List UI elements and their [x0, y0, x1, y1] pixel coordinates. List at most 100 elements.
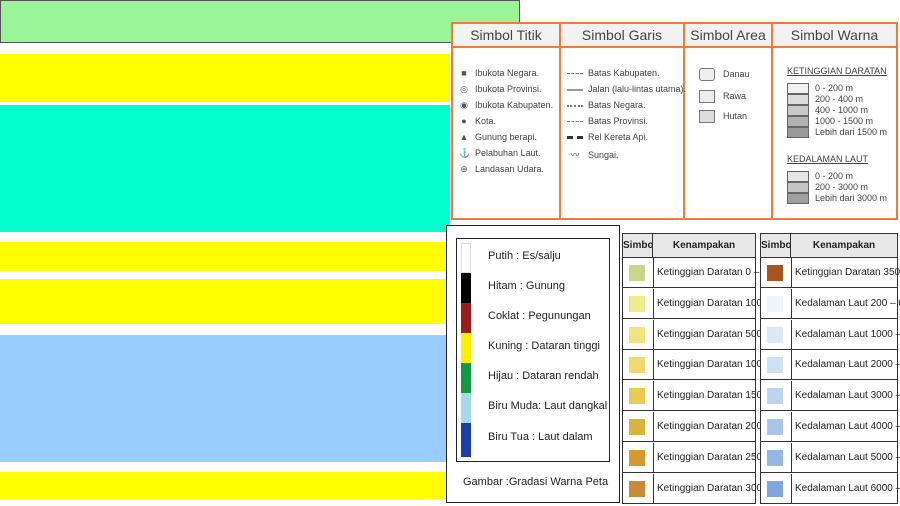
- gradasi-warna-list: Putih : Es/salju Hitam : Gunung Coklat :…: [456, 238, 610, 462]
- grad-swatch: [787, 171, 809, 182]
- legend-item: ▲ Gunung berapi.: [459, 132, 538, 142]
- color-swatch: [629, 265, 645, 281]
- table-row: Ketinggian Daratan 0 – 100 m: [623, 258, 790, 288]
- gradasi-label: Kuning : Dataran tinggi: [488, 340, 600, 352]
- kedalaman-label: 0 - 200 m: [815, 171, 854, 181]
- color-swatch: [767, 449, 783, 466]
- gradasi-label: Hijau : Dataran rendah: [488, 370, 599, 382]
- table-row: Kedalaman Laut 4000 – 3000 m: [761, 412, 900, 442]
- row-label: Kedalaman Laut 5000 – 4000 m: [791, 442, 900, 473]
- yellow-band-4: [0, 472, 450, 499]
- legend-item: ■ Ibukota Negara.: [459, 68, 539, 78]
- table-row: Kedalaman Laut 3000 – 2000 m: [761, 381, 900, 412]
- legend-item: Jalan (lalu-lintas utama).: [567, 84, 686, 94]
- color-swatch: [629, 388, 645, 405]
- legend-item: 〰 Sungai.: [567, 148, 618, 161]
- legend-item: Hutan: [699, 110, 747, 123]
- table-row: Ketinggian Daratan 1000-1500 m: [623, 350, 804, 381]
- legend-item: ⚓ Pelabuhan Laut.: [459, 148, 541, 158]
- col-warna: KETINGGIAN DARATAN 0 - 200 m 200 - 400 m…: [773, 48, 896, 218]
- color-strip-white: [461, 243, 471, 273]
- ketinggian-title: KETINGGIAN DARATAN: [787, 66, 887, 76]
- color-swatch: [629, 419, 645, 435]
- legend-item: ◎ Ibukota Provinsi.: [460, 84, 542, 94]
- ketinggian-label: 1000 - 1500 m: [815, 116, 874, 126]
- railway-line-icon: [567, 136, 583, 140]
- bullseye-icon: ◉: [460, 100, 468, 110]
- yellow-band-1: [0, 54, 450, 102]
- gradasi-label: Biru Muda: Laut dangkal: [488, 400, 608, 412]
- gradasi-label: Putih : Es/salju: [488, 250, 561, 262]
- table-row: Kedalaman Laut 200 – 0 m: [761, 288, 900, 319]
- triangle-icon: ▲: [459, 132, 469, 142]
- river-icon: 〰: [570, 150, 580, 160]
- grad-swatch: [787, 193, 809, 204]
- road-line-icon: [567, 88, 583, 91]
- table-row: Ketinggian Daratan 2000-2500 m: [623, 412, 804, 442]
- map-symbol-legend: Simbol Titik Simbol Garis Simbol Area Si…: [451, 22, 898, 220]
- color-swatch: [629, 295, 645, 312]
- table-row: Ketinggian Daratan 3000-3500 m: [623, 473, 804, 504]
- color-swatch: [767, 326, 783, 343]
- legend-item: Danau: [699, 68, 750, 81]
- title-bar: [0, 0, 520, 43]
- kedalaman-label: 200 - 3000 m: [815, 182, 869, 192]
- color-swatch: [629, 480, 645, 497]
- legend-item: ● Kota.: [459, 116, 496, 126]
- anchor-icon: ⚓: [459, 148, 471, 158]
- row-label: Kedalaman Laut 6000 – 5000 m: [791, 473, 900, 504]
- kedalaman-title: KEDALAMAN LAUT: [787, 154, 869, 164]
- grad-swatch: [787, 116, 809, 127]
- color-swatch: [767, 388, 783, 405]
- cyan-band: [0, 105, 450, 232]
- color-strip-yellow: [461, 333, 471, 363]
- table-row: Kedalaman Laut 2000 – 1000 m: [761, 350, 900, 381]
- grad-swatch: [787, 127, 809, 138]
- yellow-band-2: [0, 242, 450, 271]
- ketinggian-label: 400 - 1000 m: [815, 105, 869, 115]
- row-label: Ketinggian Daratan 3500-4000 m: [791, 258, 900, 288]
- kedalaman-label: Lebih dari 3000 m: [815, 193, 888, 203]
- light-blue-band: [0, 335, 450, 462]
- lake-icon: [699, 68, 715, 81]
- legend-item: ◉ Ibukota Kabupaten.: [460, 100, 554, 110]
- dash-line-icon: [567, 121, 583, 123]
- table-row: Kedalaman Laut 6000 – 5000 m: [761, 473, 900, 504]
- table-row: Ketinggian Daratan 100-500 m: [623, 288, 793, 319]
- table-ketinggian: Simbol Kenampakan Ketinggian Daratan 0 –…: [622, 233, 804, 504]
- forest-icon: [699, 110, 715, 123]
- table-row: Ketinggian Daratan 2500-3000 m: [623, 442, 804, 473]
- legend-item: Batas Negara.: [567, 100, 646, 110]
- gradasi-caption: Gambar :Gradasi Warna Peta: [463, 476, 609, 488]
- ketinggian-label: Lebih dari 1500 m: [815, 127, 888, 137]
- table-row: Kedalaman Laut 5000 – 4000 m: [761, 442, 900, 473]
- swamp-icon: [699, 90, 715, 103]
- grad-swatch: [787, 94, 809, 105]
- row-label: Kedalaman Laut 3000 – 2000 m: [791, 381, 900, 412]
- yellow-band-3: [0, 279, 450, 324]
- color-strip-black: [461, 273, 471, 303]
- color-swatch: [767, 480, 783, 497]
- dotted-line-icon: [567, 104, 583, 107]
- grad-swatch: [787, 182, 809, 193]
- legend-item: Batas Kabupaten.: [567, 68, 660, 78]
- table-row: Ketinggian Daratan 1500-2000 m: [623, 381, 804, 412]
- row-label: Kedalaman Laut 200 – 0 m: [791, 288, 900, 319]
- gradasi-label: Coklat : Pegunungan: [488, 310, 591, 322]
- table-row: Ketinggian Daratan 3500-4000 m: [761, 258, 900, 288]
- airport-icon: ⊕: [460, 164, 468, 174]
- legend-item: Batas Provinsi.: [567, 116, 648, 126]
- ketinggian-label: 0 - 200 m: [815, 83, 854, 93]
- gradasi-label: Biru Tua : Laut dalam: [488, 431, 593, 443]
- color-swatch: [767, 357, 783, 374]
- color-strip-light-blue: [461, 393, 471, 423]
- color-swatch: [767, 265, 783, 281]
- table-header-kenampakan: Kenampakan: [791, 234, 897, 258]
- table-row: Ketinggian Daratan 500-1000 m: [623, 319, 799, 350]
- gradasi-label: Hitam : Gunung: [488, 280, 566, 292]
- square-icon: ■: [461, 68, 467, 78]
- header-simbol-titik: Simbol Titik: [453, 24, 561, 48]
- legend-item: Rawa: [699, 90, 746, 103]
- header-simbol-area: Simbol Area: [685, 24, 773, 48]
- color-strip-dark-blue: [461, 423, 471, 457]
